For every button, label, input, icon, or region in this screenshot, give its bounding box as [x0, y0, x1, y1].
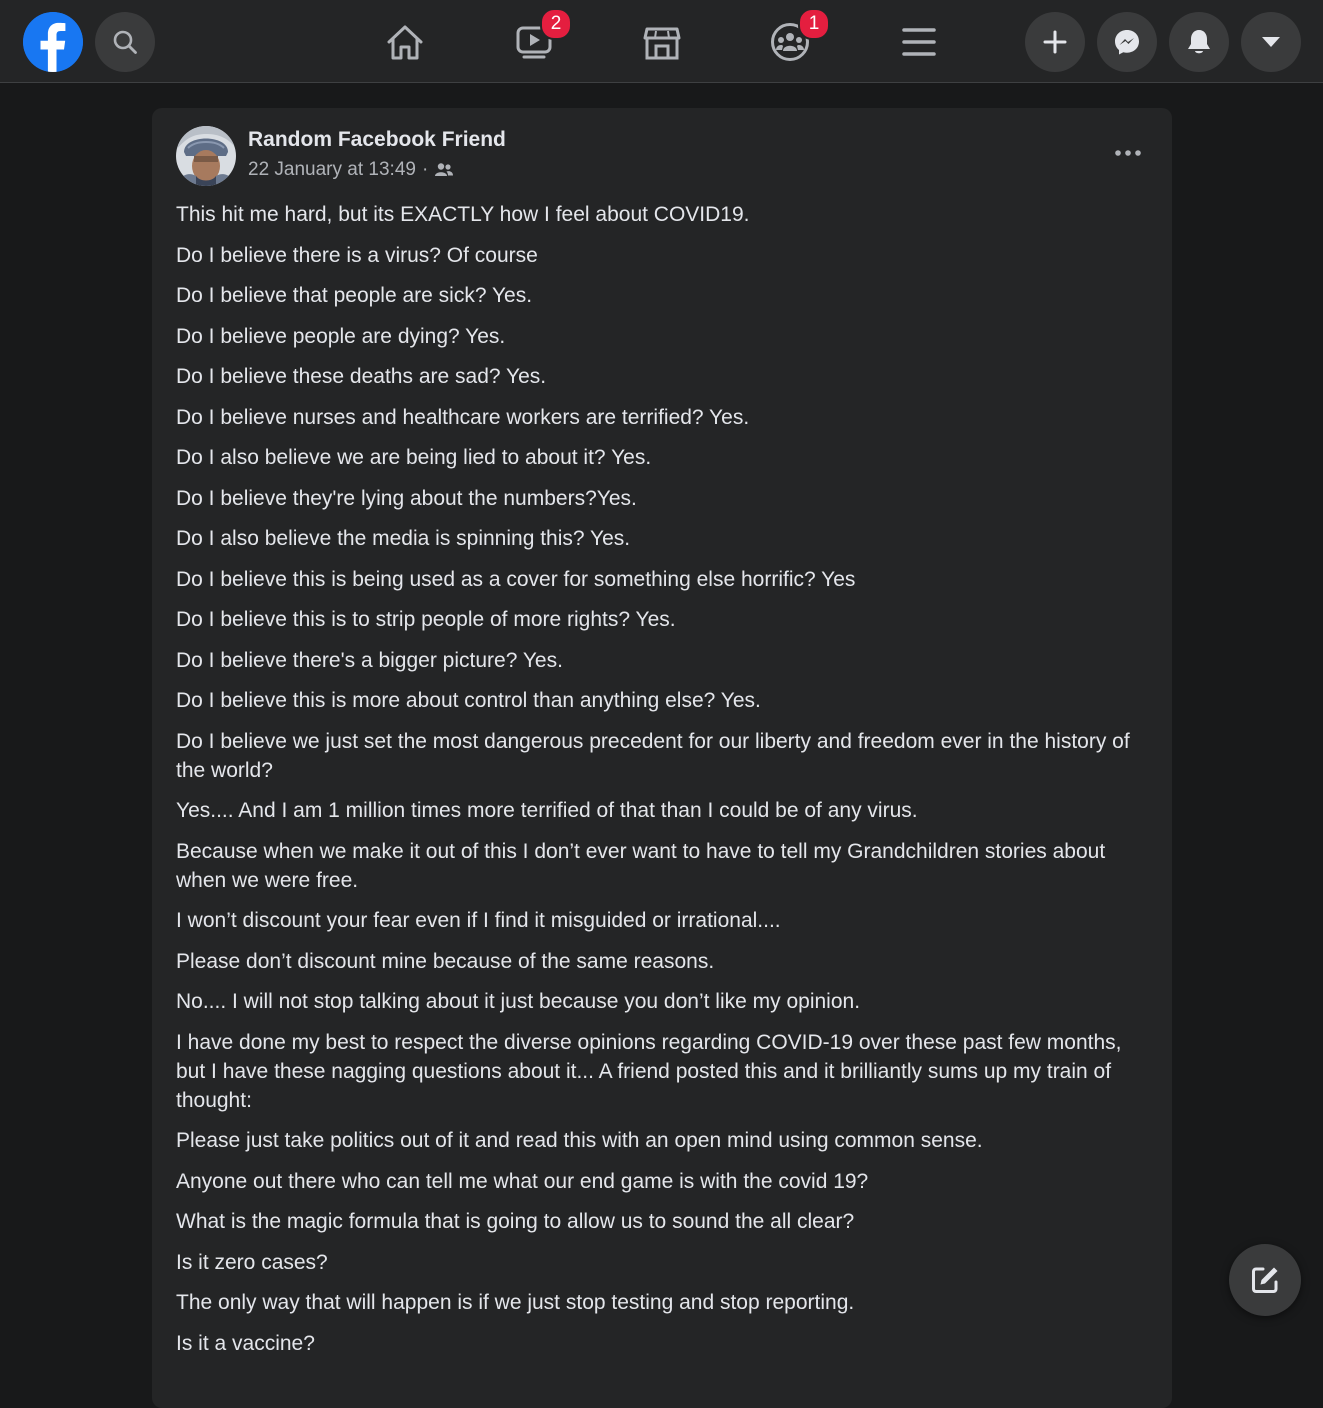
marketplace-icon: [643, 27, 681, 60]
post-line: Is it a vaccine?: [176, 1331, 315, 1355]
post-options-button[interactable]: [1108, 138, 1148, 168]
nav-menu-tab[interactable]: [897, 20, 941, 64]
new-message-button[interactable]: [1229, 1244, 1301, 1316]
plus-icon: [1043, 30, 1067, 54]
messenger-button[interactable]: [1097, 12, 1157, 72]
facebook-logo-icon[interactable]: [23, 12, 83, 72]
watch-notification-badge: 2: [540, 8, 572, 40]
post-meta: 22 January at 13:49 ·: [248, 159, 454, 181]
post-line: Please just take politics out of it and …: [176, 1129, 983, 1152]
post-line: Do I believe this is more about control …: [176, 689, 761, 712]
nav-groups-tab[interactable]: 1: [768, 8, 830, 64]
post-line: Do I believe people are dying? Yes.: [176, 324, 506, 348]
bell-icon: [1188, 30, 1210, 54]
friends-audience-icon[interactable]: [434, 162, 454, 178]
search-icon: [113, 30, 137, 54]
search-button[interactable]: [95, 12, 155, 72]
post-line: This hit me hard, but its EXACTLY how I …: [176, 203, 750, 226]
nav-watch-tab[interactable]: 2: [512, 8, 572, 64]
post-line: Do I believe they're lying about the num…: [176, 486, 637, 510]
hamburger-menu-icon: [902, 28, 936, 56]
post-line: No.... I will not stop talking about it …: [176, 990, 861, 1013]
groups-notification-badge: 1: [798, 8, 830, 40]
compose-edit-icon: [1252, 1267, 1278, 1293]
post-line: Do I believe these deaths are sad? Yes.: [176, 365, 547, 388]
notifications-button[interactable]: [1169, 12, 1229, 72]
nav-home-tab[interactable]: [383, 20, 427, 64]
post-line: Is it zero cases?: [176, 1250, 328, 1274]
post-line: Do I believe there is a virus? Of course: [176, 243, 538, 267]
post-line: Do I believe nurses and healthcare worke…: [176, 405, 750, 429]
post-line: What is the magic formula that is going …: [176, 1210, 855, 1233]
post-timestamp[interactable]: 22 January at 13:49: [248, 159, 416, 181]
home-icon: [387, 25, 423, 60]
caret-down-icon: [1262, 37, 1280, 47]
top-navigation-bar: 2 1: [0, 0, 1323, 83]
create-button[interactable]: [1025, 12, 1085, 72]
post-line: Do I believe there's a bigger picture? Y…: [176, 648, 563, 672]
post-line: Do I believe this is to strip people of …: [176, 608, 676, 631]
post-line: Do I believe that people are sick? Yes.: [176, 284, 533, 307]
post-line: Do I also believe we are being lied to a…: [176, 446, 652, 469]
account-menu-button[interactable]: [1241, 12, 1301, 72]
post-line: Anyone out there who can tell me what ou…: [176, 1169, 869, 1193]
post-line: I won’t discount your fear even if I fin…: [176, 909, 781, 932]
post-line: Yes.... And I am 1 million times more te…: [176, 799, 918, 822]
post-line: I have done my best to respect the diver…: [176, 1030, 1122, 1112]
post-line: Do I believe this is being used as a cov…: [176, 567, 856, 591]
nav-marketplace-tab[interactable]: [640, 20, 684, 64]
post-line: Because when we make it out of this I do…: [176, 839, 1106, 892]
post-line: Do I also believe the media is spinning …: [176, 527, 631, 550]
more-horizontal-icon: [1115, 150, 1141, 156]
author-avatar[interactable]: [176, 126, 236, 186]
post-line: The only way that will happen is if we j…: [176, 1291, 855, 1314]
post-author-name[interactable]: Random Facebook Friend: [248, 128, 506, 152]
messenger-icon: [1115, 30, 1139, 55]
post-text: This hit me hard, but its EXACTLY how I …: [176, 200, 1146, 1369]
post-line: Please don’t discount mine because of th…: [176, 949, 715, 973]
post-line: Do I believe we just set the most danger…: [176, 729, 1130, 782]
post-card: Random Facebook Friend 22 January at 13:…: [152, 108, 1172, 1408]
meta-separator: ·: [421, 159, 429, 180]
